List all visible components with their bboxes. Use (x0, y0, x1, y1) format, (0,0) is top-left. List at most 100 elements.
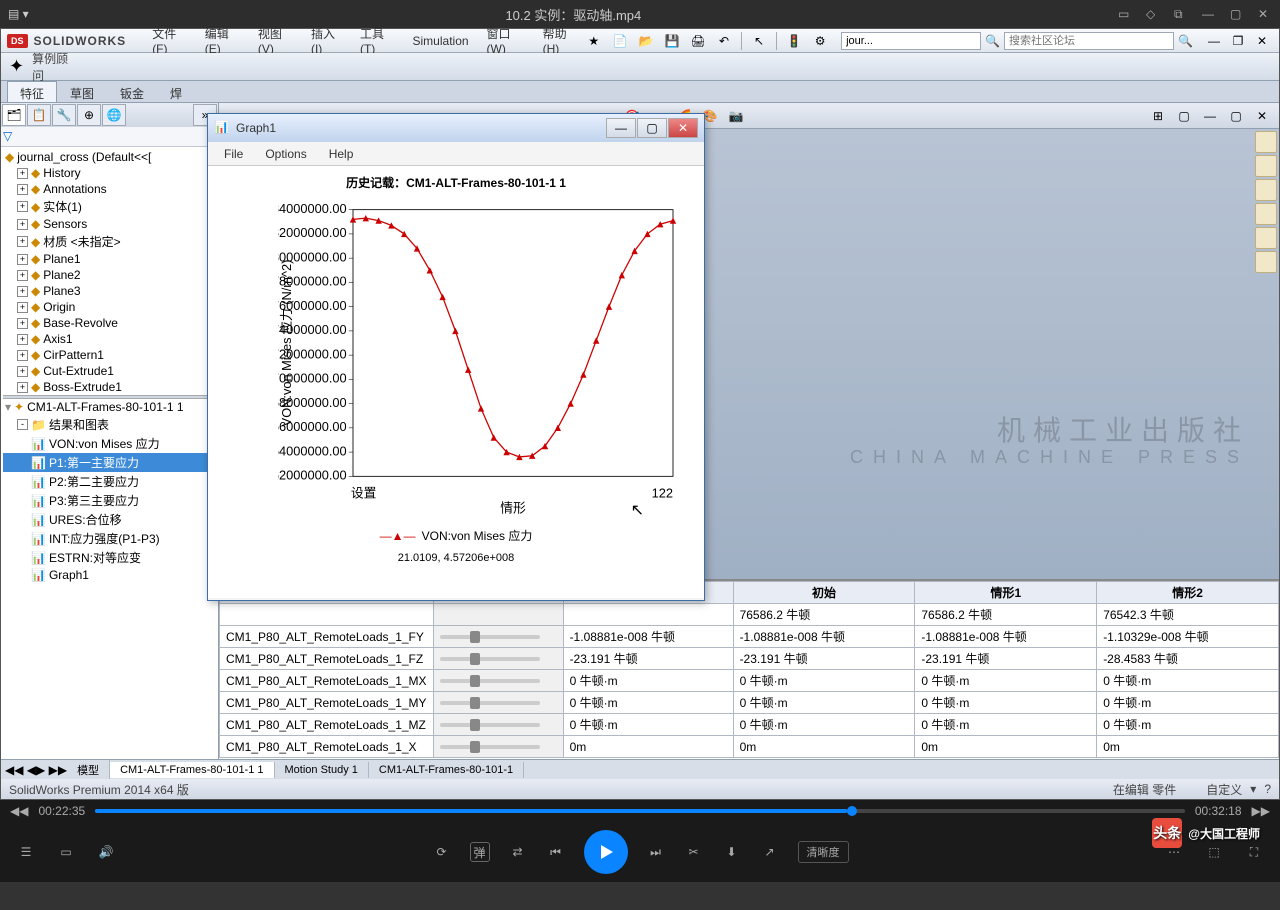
tree-item[interactable]: +◆Axis1 (3, 331, 216, 347)
options-button[interactable]: ⚙ (809, 31, 831, 51)
view-settings-icon[interactable]: 📷 (725, 106, 747, 126)
row-slider[interactable] (433, 714, 563, 736)
row-slider[interactable] (433, 736, 563, 758)
doc-restore-icon[interactable]: ❐ (1227, 31, 1249, 51)
row-slider[interactable] (433, 670, 563, 692)
row-slider[interactable] (433, 648, 563, 670)
graph-menu-file[interactable]: File (214, 145, 253, 163)
clarity-button[interactable]: 清晰度 (798, 841, 849, 863)
result-item[interactable]: 📊P1:第一主要应力 (3, 453, 216, 472)
undo-button[interactable]: ↶ (713, 31, 735, 51)
open-button[interactable]: 📂 (635, 31, 657, 51)
tree-item[interactable]: +◆Origin (3, 299, 216, 315)
next-track-icon[interactable]: ⏭ (646, 842, 666, 862)
doc-search-input[interactable] (841, 32, 981, 50)
graph-menu-help[interactable]: Help (319, 145, 364, 163)
vp-close-icon[interactable]: ✕ (1251, 106, 1273, 126)
side-home-icon[interactable] (1255, 131, 1277, 153)
status-help-icon[interactable]: ? (1264, 782, 1271, 796)
side-tool3-icon[interactable] (1255, 203, 1277, 225)
tab-study1[interactable]: CM1-ALT-Frames-80-101-1 1 (110, 762, 274, 778)
tabs-nav-prev[interactable]: ◀◀ ◀ (5, 763, 36, 777)
row-slider[interactable] (433, 626, 563, 648)
results-folder[interactable]: -📁结果和图表 (3, 415, 216, 434)
tree-item[interactable]: +◆Annotations (3, 181, 216, 197)
result-item[interactable]: 📊Graph1 (3, 567, 216, 583)
progress-prev-icon[interactable]: ◀◀ (10, 804, 28, 818)
menu-expand-icon[interactable]: ★ (588, 34, 599, 48)
share-icon[interactable]: ↗ (760, 842, 780, 862)
pin-icon[interactable]: ◇ (1146, 7, 1160, 21)
community-search-input[interactable] (1004, 32, 1174, 50)
vp-max-icon[interactable]: ▢ (1225, 106, 1247, 126)
filter-icon[interactable]: ▽ (3, 129, 12, 143)
side-tool4-icon[interactable] (1255, 227, 1277, 249)
fm-tab-5[interactable]: 🌐 (102, 104, 126, 126)
result-item[interactable]: 📊P2:第二主要应力 (3, 472, 216, 491)
play-button[interactable] (584, 830, 628, 874)
fm-tab-3[interactable]: 🔧 (52, 104, 76, 126)
download-icon[interactable]: ⬇ (722, 842, 742, 862)
graph-menu-options[interactable]: Options (255, 145, 316, 163)
close-icon[interactable]: ✕ (1258, 7, 1272, 21)
tree-item[interactable]: +◆实体(1) (3, 197, 216, 216)
tab-study2[interactable]: CM1-ALT-Frames-80-101-1 (369, 762, 524, 778)
tree-item[interactable]: +◆CirPattern1 (3, 347, 216, 363)
tree-item[interactable]: +◆History (3, 165, 216, 181)
graph-maximize-button[interactable]: ▢ (637, 118, 667, 138)
minimize-icon[interactable]: — (1202, 7, 1216, 21)
chat-icon[interactable]: ▭ (1118, 7, 1132, 21)
tree-item[interactable]: +◆Plane1 (3, 251, 216, 267)
tree-item[interactable]: +◆Plane3 (3, 283, 216, 299)
tab-features[interactable]: 特征 (7, 81, 57, 102)
result-item[interactable]: 📊P3:第三主要应力 (3, 491, 216, 510)
prev-track-icon[interactable]: ⏮ (546, 842, 566, 862)
vp-single-icon[interactable]: ▢ (1173, 106, 1195, 126)
study-root[interactable]: ▾✦CM1-ALT-Frames-80-101-1 1 (3, 399, 216, 415)
result-item[interactable]: 📊INT:应力强度(P1-P3) (3, 529, 216, 548)
status-dropdown-icon[interactable]: ▾ (1250, 782, 1256, 796)
pip-icon[interactable]: ⧉ (1174, 7, 1188, 21)
tree-item[interactable]: +◆材质 <未指定> (3, 232, 216, 251)
tree-item[interactable]: +◆Base-Revolve (3, 315, 216, 331)
danmu-button[interactable]: 弹 (470, 842, 490, 862)
search-icon[interactable]: 🔍 (985, 34, 1000, 48)
video-seek-slider[interactable] (95, 809, 1185, 813)
save-button[interactable]: 💾 (661, 31, 683, 51)
tree-item[interactable]: +◆Boss-Extrude1 (3, 379, 216, 395)
tree-item[interactable]: +◆Sensors (3, 216, 216, 232)
graph-titlebar[interactable]: 📊 Graph1 — ▢ ✕ (208, 114, 704, 142)
cut-icon[interactable]: ✂ (684, 842, 704, 862)
volume-icon[interactable]: 🔊 (96, 842, 116, 862)
side-tool2-icon[interactable] (1255, 179, 1277, 201)
tab-sketch[interactable]: 草图 (57, 81, 107, 102)
doc-minimize-icon[interactable]: — (1203, 31, 1225, 51)
tree-item[interactable]: +◆Plane2 (3, 267, 216, 283)
tab-weld[interactable]: 焊 (157, 81, 195, 102)
new-button[interactable]: 📄 (609, 31, 631, 51)
fm-tab-2[interactable]: 📋 (27, 104, 51, 126)
result-item[interactable]: 📊ESTRN:对等应变 (3, 548, 216, 567)
side-tool1-icon[interactable] (1255, 155, 1277, 177)
loop-icon[interactable]: ⟳ (432, 842, 452, 862)
tab-model[interactable]: 模型 (67, 760, 110, 780)
fm-tab-1[interactable]: 🗂 (2, 104, 26, 126)
settings-icon[interactable]: ⇄ (508, 842, 528, 862)
tab-sheetmetal[interactable]: 钣金 (107, 81, 157, 102)
playlist-icon[interactable]: ☰ (16, 842, 36, 862)
vp-menu-icon[interactable]: ▤ ▾ (8, 7, 29, 21)
print-button[interactable]: 🖨 (687, 31, 709, 51)
graph-minimize-button[interactable]: — (606, 118, 636, 138)
doc-close-icon[interactable]: ✕ (1251, 31, 1273, 51)
tab-motion[interactable]: Motion Study 1 (275, 762, 369, 778)
menu-simulation[interactable]: Simulation (405, 32, 477, 50)
result-item[interactable]: 📊URES:合位移 (3, 510, 216, 529)
search-icon-2[interactable]: 🔍 (1178, 34, 1193, 48)
vp-min-icon[interactable]: — (1199, 106, 1221, 126)
graph-close-button[interactable]: ✕ (668, 118, 698, 138)
vp-tile-icon[interactable]: ⊞ (1147, 106, 1169, 126)
rebuild-button[interactable]: 🚦 (783, 31, 805, 51)
maximize-icon[interactable]: ▢ (1230, 7, 1244, 21)
tree-root[interactable]: ◆journal_cross (Default<<[ (3, 149, 216, 165)
tree-item[interactable]: +◆Cut-Extrude1 (3, 363, 216, 379)
